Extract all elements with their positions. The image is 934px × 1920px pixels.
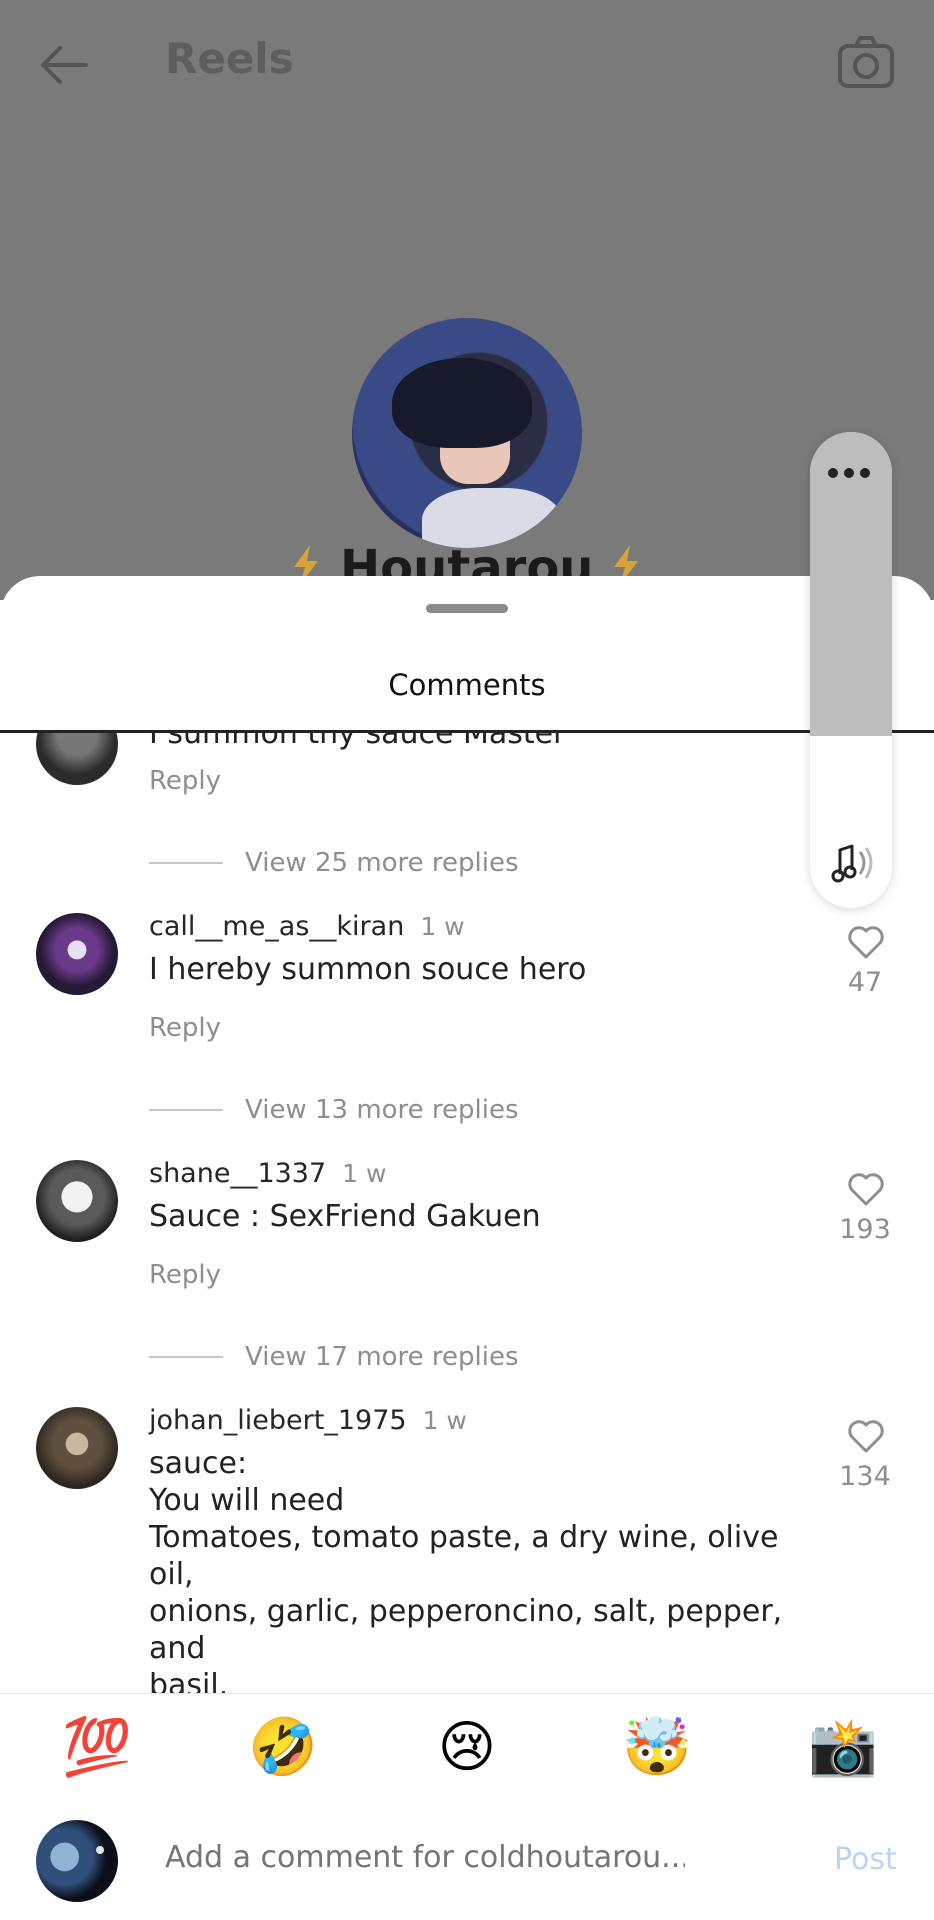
avatar[interactable] — [36, 1407, 118, 1489]
avatar[interactable] — [36, 733, 118, 785]
more-options-icon[interactable] — [828, 468, 870, 478]
top-bar: Reels — [0, 0, 934, 130]
drag-handle[interactable] — [426, 604, 508, 613]
comment-text: Sauce : SexFriend Gakuen — [149, 1199, 541, 1234]
comments-list[interactable]: I summon thy sauce Master Reply View 25 … — [0, 733, 934, 1769]
reply-button[interactable]: Reply — [149, 1260, 221, 1290]
like-count: 134 — [839, 1461, 891, 1492]
view-more-replies[interactable]: View 25 more replies — [149, 843, 519, 883]
comment-username[interactable]: johan_liebert_1975 1 w — [149, 1405, 467, 1436]
view-more-replies[interactable]: View 17 more replies — [149, 1337, 519, 1377]
emoji-camera-flash[interactable]: 📸 — [808, 1716, 878, 1780]
emoji-rofl[interactable]: 🤣 — [248, 1716, 318, 1780]
back-arrow-icon[interactable] — [36, 40, 92, 90]
like-count: 193 — [839, 1214, 891, 1245]
comment-input[interactable] — [165, 1840, 685, 1875]
my-avatar — [36, 1820, 118, 1902]
view-more-replies[interactable]: View 13 more replies — [149, 1090, 519, 1130]
camera-icon[interactable] — [836, 34, 896, 90]
avatar[interactable] — [36, 1160, 118, 1242]
music-note-icon[interactable] — [828, 840, 878, 890]
comment-username[interactable]: call__me_as__kiran 1 w — [149, 911, 465, 942]
reply-button[interactable]: Reply — [149, 766, 221, 796]
emoji-crying[interactable]: 😢 — [435, 1716, 499, 1780]
quick-emoji-bar: 💯 🤣 😢 🤯 📸 — [0, 1693, 934, 1805]
comment-username[interactable]: shane__1337 1 w — [149, 1158, 386, 1189]
sheet-title: Comments — [388, 668, 546, 702]
profile-avatar — [352, 318, 582, 548]
comment-text: I hereby summon souce hero — [149, 952, 587, 987]
comment-composer: Post — [0, 1804, 934, 1920]
emoji-exploding-head[interactable]: 🤯 — [622, 1716, 692, 1780]
heart-icon[interactable] — [846, 1417, 886, 1455]
post-button[interactable]: Post — [834, 1842, 897, 1877]
heart-icon[interactable] — [846, 923, 886, 961]
reply-button[interactable]: Reply — [149, 1013, 221, 1043]
page-title: Reels — [165, 34, 294, 83]
floating-menu-pill[interactable] — [810, 432, 892, 908]
emoji-hundred[interactable]: 💯 — [62, 1716, 132, 1780]
heart-icon[interactable] — [846, 1170, 886, 1208]
comment-text: I summon thy sauce Master — [149, 733, 566, 751]
like-count: 47 — [847, 967, 883, 998]
avatar[interactable] — [36, 913, 118, 995]
